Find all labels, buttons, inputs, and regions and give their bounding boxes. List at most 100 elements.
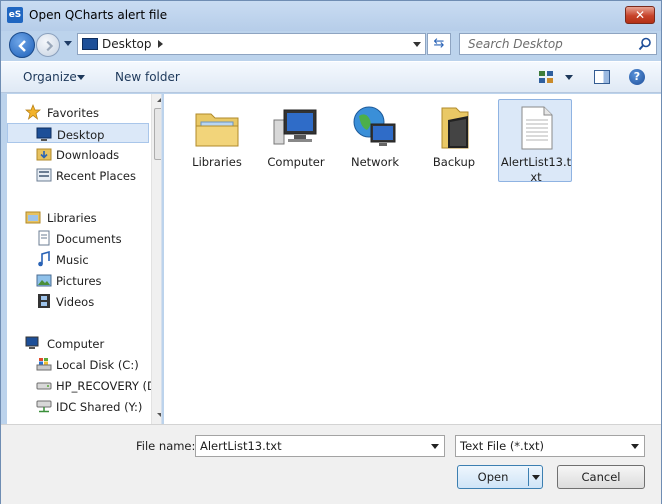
- file-item-libraries[interactable]: Libraries: [180, 100, 254, 182]
- scroll-thumb[interactable]: [154, 108, 161, 160]
- nav-group-favorites[interactable]: Favorites: [19, 102, 159, 122]
- nav-item-videos[interactable]: Videos: [7, 291, 147, 311]
- preview-pane-icon[interactable]: [594, 70, 610, 84]
- file-label: Backup: [432, 155, 476, 169]
- forward-button[interactable]: [36, 33, 60, 57]
- recent-locations-dropdown-icon[interactable]: [64, 41, 72, 46]
- nav-item-label: Music: [56, 253, 89, 267]
- text-file-icon: [521, 106, 553, 150]
- folder-icon: [441, 107, 469, 149]
- desktop-icon: [36, 127, 52, 141]
- file-name-input[interactable]: AlertList13.txt: [195, 435, 445, 457]
- nav-item-label: Documents: [56, 232, 122, 246]
- file-item-computer[interactable]: Computer: [259, 100, 333, 182]
- nav-group-label: Favorites: [47, 106, 99, 120]
- back-button[interactable]: [9, 32, 35, 58]
- open-options-dropdown-icon[interactable]: [532, 475, 540, 480]
- nav-item-pictures[interactable]: Pictures: [7, 270, 147, 290]
- nav-item-documents[interactable]: Documents: [7, 228, 147, 248]
- libraries-icon: [25, 211, 41, 224]
- network-icon: [353, 106, 396, 146]
- nav-item-idc-shared[interactable]: IDC Shared (Y:): [7, 396, 147, 416]
- view-dropdown-icon[interactable]: [565, 75, 573, 80]
- new-folder-button[interactable]: New folder: [115, 70, 180, 84]
- file-item-alertlist13[interactable]: AlertList13.txt: [498, 99, 572, 184]
- close-button[interactable]: ✕: [625, 6, 655, 24]
- file-name-label: File name:: [136, 439, 196, 453]
- file-name-panel: File name: AlertList13.txt Text File (*.…: [1, 424, 661, 504]
- nav-item-label: HP_RECOVERY (D: [56, 379, 156, 393]
- scroll-down-arrow-icon[interactable]: [157, 413, 161, 417]
- network-drive-icon: [36, 400, 52, 413]
- desktop-icon: [82, 38, 98, 50]
- file-type-value: Text File (*.txt): [460, 439, 545, 453]
- file-item-backup[interactable]: Backup: [417, 100, 491, 182]
- address-row: Desktop ⇆ Search Desktop: [1, 31, 661, 59]
- nav-item-label: Downloads: [56, 148, 120, 162]
- refresh-button[interactable]: ⇆: [427, 33, 451, 55]
- cancel-button[interactable]: Cancel: [557, 465, 645, 489]
- file-label: Libraries: [192, 155, 242, 169]
- scroll-up-arrow-icon[interactable]: [157, 98, 161, 102]
- nav-item-recent-places[interactable]: Recent Places: [7, 165, 147, 185]
- arrow-left-icon: [18, 40, 26, 52]
- title-bar[interactable]: eS Open QCharts alert file ✕: [1, 1, 661, 31]
- change-view-icon[interactable]: [539, 71, 553, 83]
- open-button-label: Open: [477, 470, 509, 484]
- file-type-dropdown-icon[interactable]: [631, 444, 639, 449]
- nav-scrollbar[interactable]: [151, 94, 161, 424]
- computer-icon: [273, 109, 317, 145]
- organize-dropdown-icon[interactable]: [77, 75, 85, 80]
- open-button-divider: [528, 468, 529, 486]
- file-label: AlertList13.txt: [500, 155, 572, 184]
- open-button[interactable]: Open: [457, 465, 543, 489]
- nav-item-label: Desktop: [57, 128, 105, 142]
- star-icon: [25, 104, 41, 120]
- search-placeholder: Search Desktop: [468, 37, 563, 51]
- nav-item-music[interactable]: Music: [7, 249, 147, 269]
- pictures-icon: [36, 274, 52, 287]
- nav-item-hp-recovery[interactable]: HP_RECOVERY (D: [7, 375, 156, 395]
- organize-button[interactable]: Organize: [23, 70, 77, 84]
- nav-group-libraries[interactable]: Libraries: [19, 207, 159, 227]
- documents-icon: [38, 230, 50, 246]
- file-type-select[interactable]: Text File (*.txt): [455, 435, 645, 457]
- app-logo-icon: eS: [7, 7, 23, 23]
- nav-item-label: Local Disk (C:): [56, 358, 139, 372]
- downloads-folder-icon: [36, 148, 52, 161]
- arrow-right-icon: [46, 40, 54, 52]
- drive-icon: [36, 382, 52, 390]
- nav-item-label: Recent Places: [56, 169, 136, 183]
- nav-item-local-disk[interactable]: Local Disk (C:): [7, 354, 147, 374]
- nav-group-label: Libraries: [47, 211, 97, 225]
- command-toolbar: Organize New folder ?: [1, 61, 661, 93]
- breadcrumb-chevron-icon[interactable]: [158, 40, 163, 48]
- address-location[interactable]: Desktop: [102, 37, 152, 51]
- nav-item-downloads[interactable]: Downloads: [7, 144, 147, 164]
- nav-group-computer[interactable]: Computer: [19, 333, 159, 353]
- libraries-folder-icon: [195, 113, 239, 147]
- address-dropdown-icon[interactable]: [413, 42, 421, 47]
- file-list[interactable]: Libraries Computer Network Backup AlertL…: [164, 94, 661, 424]
- navigation-pane[interactable]: Favorites Desktop Downloads Recent Place…: [7, 94, 162, 424]
- window-title: Open QCharts alert file: [29, 8, 168, 22]
- music-note-icon: [38, 251, 50, 267]
- computer-icon: [25, 336, 39, 349]
- windows-drive-icon: [36, 358, 52, 371]
- help-icon[interactable]: ?: [629, 69, 645, 85]
- file-name-value[interactable]: AlertList13.txt: [200, 439, 282, 453]
- search-icon[interactable]: [638, 37, 652, 51]
- file-name-dropdown-icon[interactable]: [431, 444, 439, 449]
- recent-places-icon: [36, 168, 52, 182]
- file-item-network[interactable]: Network: [338, 100, 412, 182]
- search-input[interactable]: Search Desktop: [459, 33, 657, 55]
- nav-item-label: Videos: [56, 295, 95, 309]
- file-label: Computer: [267, 155, 325, 169]
- nav-group-label: Computer: [47, 337, 105, 351]
- nav-item-label: Pictures: [56, 274, 102, 288]
- nav-item-desktop[interactable]: Desktop: [7, 123, 149, 143]
- film-strip-icon: [38, 294, 50, 308]
- file-label: Network: [350, 155, 400, 169]
- nav-item-label: IDC Shared (Y:): [56, 400, 143, 414]
- address-bar[interactable]: Desktop: [77, 33, 426, 55]
